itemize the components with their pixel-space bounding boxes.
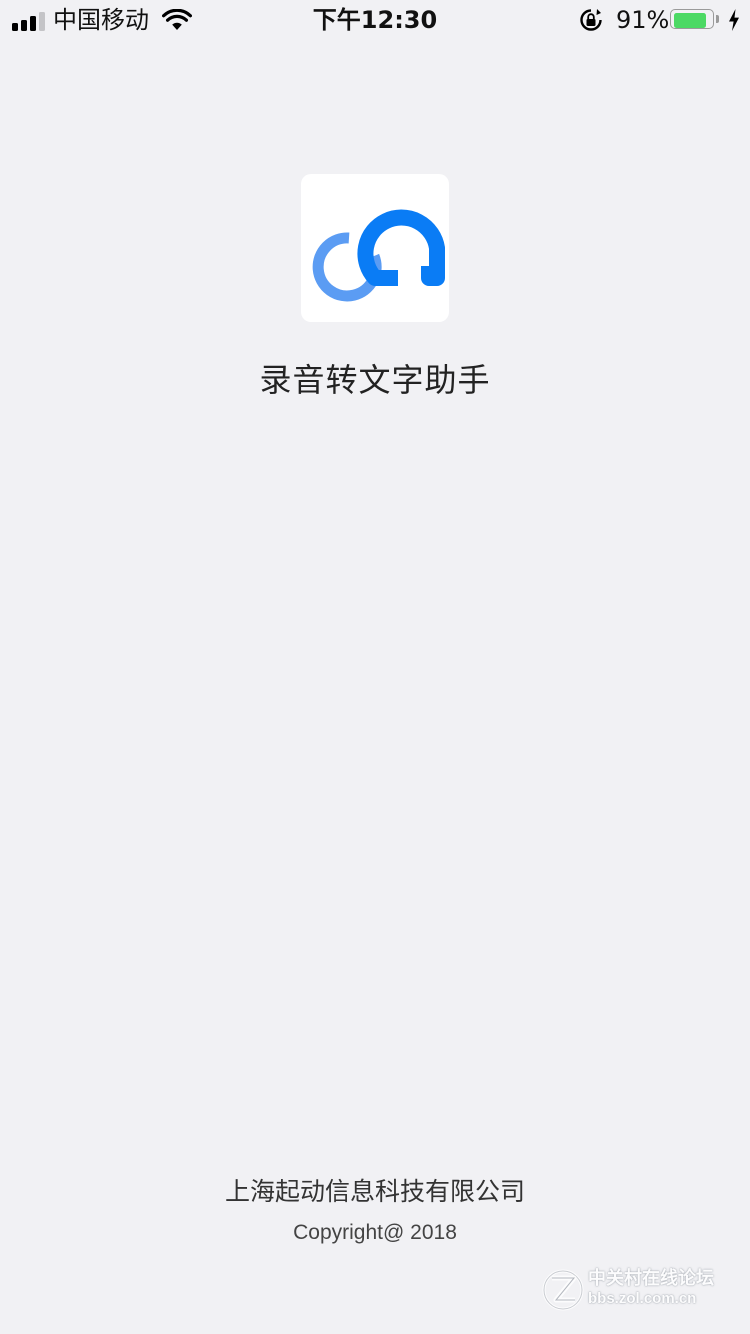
battery-icon [670, 9, 722, 31]
watermark: 中关村在线论坛 bbs.zol.com.cn [540, 1265, 740, 1315]
status-bar: 中国移动 下午12:30 91% [0, 0, 750, 40]
copyright-text: Copyright@ 2018 [293, 1221, 457, 1244]
orientation-lock-icon [580, 9, 602, 31]
charging-bolt-icon [729, 9, 739, 31]
app-name-title: 录音转文字助手 [259, 361, 491, 399]
battery-percent: 91% [616, 6, 670, 34]
watermark-url: bbs.zol.com.cn [588, 1290, 697, 1307]
company-name: 上海起动信息科技有限公司 [224, 1177, 525, 1206]
zol-logo-icon [542, 1269, 584, 1311]
app-logo-icon [301, 174, 449, 322]
watermark-title: 中关村在线论坛 [588, 1268, 714, 1289]
